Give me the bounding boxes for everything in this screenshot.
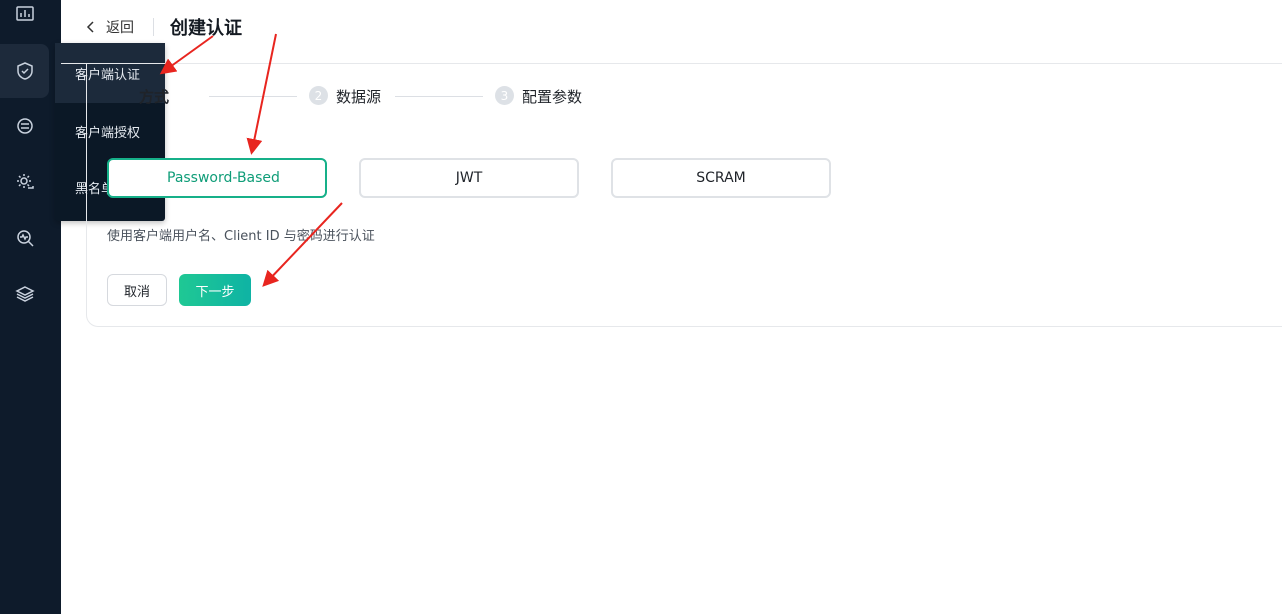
step-3-number: 3 [495, 86, 514, 105]
clients-icon[interactable] [0, 99, 49, 153]
shield-icon[interactable] [0, 44, 49, 98]
step-2-label: 数据源 [336, 88, 382, 106]
back-label: 返回 [106, 20, 134, 36]
mechanism-scram[interactable]: SCRAM [611, 158, 831, 198]
page-title: 创建认证 [170, 18, 242, 39]
mechanism-description: 使用客户端用户名、Client ID 与密码进行认证 [107, 229, 375, 244]
nav-rail [0, 0, 61, 614]
step-connector [395, 96, 483, 97]
back-button[interactable]: 返回 [85, 17, 134, 37]
stepper: 方式 2 数据源 3 配置参数 [87, 84, 787, 108]
gear-cloud-icon[interactable] [0, 155, 49, 209]
dashboard-icon[interactable] [0, 0, 49, 41]
step-2-number: 2 [309, 86, 328, 105]
page-header: 返回 创建认证 [61, 0, 1282, 64]
create-auth-card: 方式 2 数据源 3 配置参数 Password-Based JWT SCRAM… [86, 64, 1282, 327]
mechanism-jwt[interactable]: JWT [359, 158, 579, 198]
step-1-label: 方式 [139, 88, 170, 106]
cancel-button[interactable]: 取消 [107, 274, 167, 306]
next-button[interactable]: 下一步 [179, 274, 251, 306]
mechanism-password-based[interactable]: Password-Based [107, 158, 327, 198]
chevron-left-icon [86, 21, 94, 33]
header-divider [153, 18, 154, 36]
step-3-label: 配置参数 [522, 88, 583, 106]
step-connector [209, 96, 297, 97]
layers-icon[interactable] [0, 267, 49, 321]
diagnose-icon[interactable] [0, 211, 49, 265]
